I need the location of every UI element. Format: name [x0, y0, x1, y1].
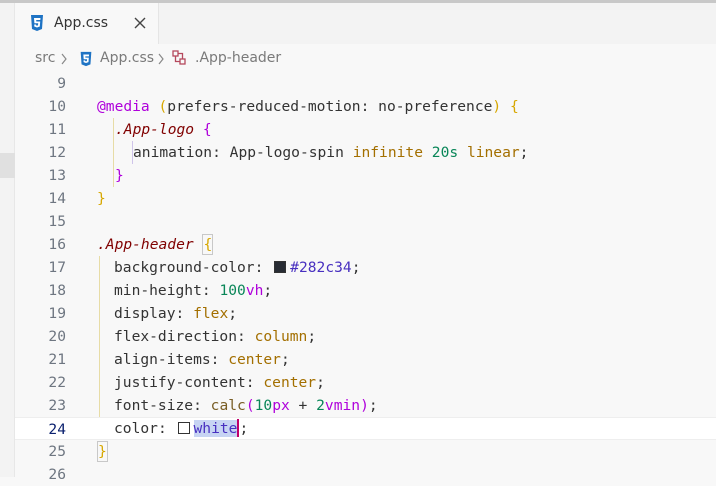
code-line: 26 [15, 463, 716, 486]
code-text: animation: App-logo-spin infinite 20s li… [133, 144, 529, 161]
code-line: 20 flex-direction: column; [15, 325, 716, 348]
line-number: 16 [48, 236, 66, 253]
code-line: 11 .App-logo { [15, 118, 716, 141]
css-file-icon [80, 51, 92, 67]
color-swatch[interactable] [274, 261, 287, 273]
code-editor[interactable]: 9 10 @media (prefers-reduced-motion: no-… [15, 72, 716, 483]
code-text: display: flex; [114, 305, 238, 322]
line-number: 9 [57, 75, 66, 92]
code-text: color: white; [114, 419, 249, 437]
line-number: 12 [48, 144, 66, 161]
line-number: 22 [48, 374, 66, 391]
code-text: } [115, 167, 124, 184]
breadcrumb-file[interactable]: App.css [100, 50, 154, 66]
line-number: 20 [48, 328, 66, 345]
code-text: background-color: #282c34; [114, 259, 361, 276]
line-number: 10 [48, 98, 66, 115]
color-swatch[interactable] [177, 422, 190, 434]
code-line: 21 align-items: center; [15, 348, 716, 371]
code-line: 19 display: flex; [15, 302, 716, 325]
selected-text: white [193, 420, 238, 437]
line-number: 25 [48, 443, 66, 460]
code-text: } [97, 440, 108, 463]
breadcrumb-folder[interactable]: src [35, 50, 55, 66]
breadcrumb-symbol[interactable]: .App-header [195, 50, 281, 66]
code-text: flex-direction: column; [114, 328, 317, 345]
chevron-right-icon [158, 53, 164, 65]
current-line: 24 color: white; [15, 417, 716, 440]
line-number: 23 [48, 397, 66, 414]
selector-symbol-icon [172, 50, 186, 65]
breadcrumb: src App.css .App-header [15, 44, 716, 72]
tab-label: App.css [54, 15, 109, 31]
code-line: 15 [15, 210, 716, 233]
code-text: @media (prefers-reduced-motion: no-prefe… [97, 98, 519, 115]
code-line: 16 .App-header { [15, 233, 716, 256]
line-number: 17 [48, 259, 66, 276]
code-line: 9 [15, 72, 716, 95]
code-text: font-size: calc(10px + 2vmin); [114, 397, 378, 414]
close-icon[interactable] [133, 16, 147, 30]
matching-bracket: { [202, 234, 214, 255]
tab-bar: App.css [15, 3, 716, 44]
code-text: .App-logo { [115, 121, 212, 138]
code-line: 17 background-color: #282c34; [15, 256, 716, 279]
code-line: 22 justify-content: center; [15, 371, 716, 394]
code-text: justify-content: center; [114, 374, 325, 391]
code-line: 25 } [15, 440, 716, 463]
activity-strip [0, 3, 15, 477]
code-text: min-height: 100vh; [114, 282, 273, 299]
code-line: 23 font-size: calc(10px + 2vmin); [15, 394, 716, 417]
code-line: 18 min-height: 100vh; [15, 279, 716, 302]
line-number: 18 [48, 282, 66, 299]
matching-bracket: } [97, 441, 108, 462]
code-line: 13 } [15, 164, 716, 187]
line-number: 14 [48, 190, 66, 207]
line-number: 24 [48, 421, 66, 438]
activity-highlight [0, 153, 15, 178]
line-number: 21 [48, 351, 66, 368]
chevron-right-icon [61, 53, 67, 65]
css-file-icon [31, 15, 43, 31]
code-text: .App-header { [97, 234, 214, 255]
code-line: 10 @media (prefers-reduced-motion: no-pr… [15, 95, 716, 118]
code-text: align-items: center; [114, 351, 290, 368]
code-line: 14 } [15, 187, 716, 210]
tab-app-css[interactable]: App.css [15, 3, 159, 44]
code-text: } [97, 190, 106, 207]
line-number: 11 [48, 121, 66, 138]
line-number: 15 [48, 213, 66, 230]
line-number: 13 [48, 167, 66, 184]
code-line: 12 animation: App-logo-spin infinite 20s… [15, 141, 716, 164]
line-number: 19 [48, 305, 66, 322]
line-number: 26 [48, 466, 66, 483]
